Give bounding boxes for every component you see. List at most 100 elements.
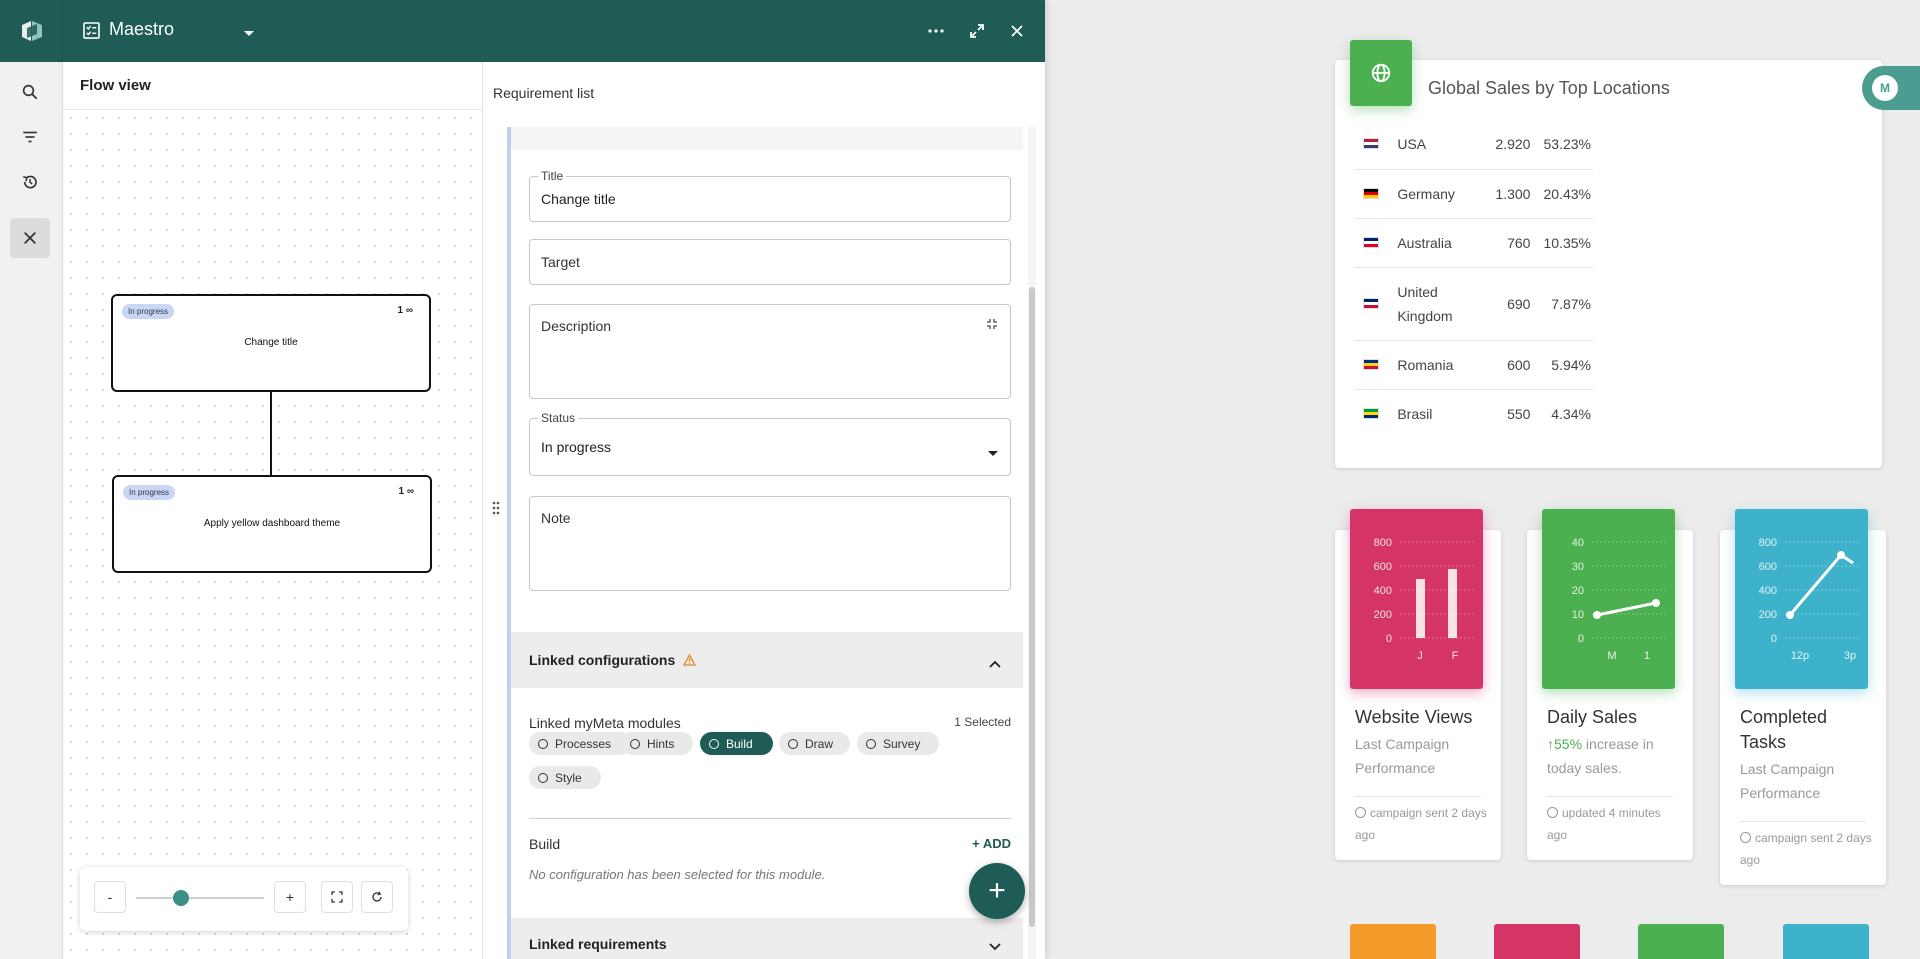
expand-icon[interactable] — [966, 20, 988, 42]
linked-configurations-title: Linked configurations — [529, 652, 697, 668]
module-chip-build[interactable]: Build — [700, 732, 773, 755]
flag-icon — [1355, 267, 1396, 341]
scrollbar-thumb[interactable] — [1029, 287, 1035, 927]
y-tick-label: 200 — [1759, 609, 1777, 621]
chevron-up-icon[interactable] — [989, 655, 1001, 673]
module-chip-draw[interactable]: Draw — [779, 732, 850, 755]
history-icon[interactable] — [10, 162, 50, 202]
x-tick-label: 3p — [1844, 650, 1856, 662]
value-cell: 1.300 — [1492, 169, 1533, 219]
add-configuration-button[interactable]: + ADD — [972, 836, 1011, 851]
fit-view-icon — [331, 891, 343, 903]
refresh-icon — [372, 891, 382, 902]
title-field[interactable]: Title Change title — [529, 169, 1011, 222]
value-cell: 600 — [1492, 340, 1533, 390]
status-select[interactable]: Status In progress — [529, 411, 1011, 476]
plus-icon: + — [988, 874, 1006, 907]
panel-topbar: Maestro — [63, 0, 1045, 62]
filter-icon[interactable] — [10, 117, 50, 157]
y-tick-label: 800 — [1374, 537, 1392, 549]
close-panel-icon[interactable] — [1006, 20, 1028, 42]
y-tick-label: 20 — [1572, 585, 1584, 597]
add-fab-button[interactable]: + — [969, 863, 1025, 919]
search-icon[interactable] — [10, 72, 50, 112]
flag-icon — [1355, 218, 1396, 268]
stat-footer: updated 4 minutes ago — [1547, 806, 1661, 842]
linked-requirements-header[interactable]: Linked requirements — [511, 918, 1023, 959]
percent-cell: 7.87% — [1532, 267, 1593, 341]
stat-title: Website Views — [1355, 707, 1473, 727]
stat-chart: 800 600 400 200 0 12p 3p — [1735, 509, 1868, 689]
zoom-in-button[interactable]: + — [274, 881, 306, 913]
app-logo[interactable] — [0, 0, 63, 62]
checklist-icon — [82, 21, 101, 45]
app-dropdown-icon[interactable] — [243, 25, 255, 43]
y-tick-label: 200 — [1374, 609, 1392, 621]
module-icon — [866, 738, 876, 749]
percent-cell: 53.23% — [1532, 120, 1593, 170]
node-title: Apply yellow dashboard theme — [203, 518, 341, 529]
value-cell: 760 — [1492, 218, 1533, 268]
sales-row: Australia 760 10.35% — [1355, 218, 1593, 268]
linked-configurations-header[interactable]: Linked configurations — [511, 632, 1023, 688]
flow-node[interactable]: In progress 1 ∞ Apply yellow dashboard t… — [112, 475, 432, 573]
scrollbar[interactable] — [1028, 127, 1036, 959]
flow-title: Flow view — [80, 77, 151, 94]
module-chip-style[interactable]: Style — [529, 766, 601, 789]
module-chip-survey[interactable]: Survey — [857, 732, 939, 755]
data-point — [1837, 551, 1845, 559]
data-point — [1786, 611, 1794, 619]
x-tick-label: 12p — [1791, 650, 1809, 662]
link-icon: ∞ — [406, 486, 414, 497]
status-value: In progress — [541, 439, 612, 455]
globe-icon — [1350, 40, 1412, 106]
mini-chart: 800 600 400 200 0 J F — [1374, 537, 1475, 662]
flow-view[interactable]: Flow view In progress 1 ∞ Change title I… — [63, 62, 483, 959]
fit-view-button[interactable] — [321, 881, 353, 913]
close-icon[interactable] — [10, 218, 50, 258]
reset-view-button[interactable] — [361, 881, 393, 913]
percent-cell: 5.94% — [1532, 340, 1593, 390]
percent-cell: 10.35% — [1532, 218, 1593, 268]
module-icon — [630, 738, 640, 749]
target-field[interactable]: Target — [529, 239, 1011, 285]
module-chip-processes[interactable]: Processes — [529, 732, 632, 755]
more-icon[interactable] — [925, 20, 947, 42]
flag-icon — [1355, 340, 1396, 390]
status-badge: In progress — [123, 485, 176, 500]
percent-cell: 20.43% — [1532, 169, 1593, 219]
x-tick-label: F — [1452, 650, 1459, 662]
x-tick-label: J — [1417, 650, 1423, 662]
sales-row: Germany 1.300 20.43% — [1355, 169, 1593, 219]
link-count: 1 ∞ — [398, 486, 414, 497]
module-chip-hints[interactable]: Hints — [621, 732, 693, 755]
expand-description-icon[interactable] — [986, 317, 998, 335]
note-field[interactable]: Note — [529, 496, 1011, 591]
empty-message: No configuration has been selected for t… — [529, 867, 826, 882]
drag-handle-icon[interactable] — [491, 500, 501, 516]
zoom-slider[interactable] — [136, 897, 264, 899]
chevron-down-icon[interactable] — [989, 938, 1001, 956]
sales-title: Global Sales by Top Locations — [1428, 78, 1670, 98]
y-tick-label: 400 — [1759, 585, 1777, 597]
data-point — [1652, 599, 1660, 607]
stat-footer: campaign sent 2 days ago — [1355, 806, 1487, 842]
bar — [1416, 579, 1425, 638]
zoom-slider-thumb[interactable] — [172, 890, 189, 906]
maestro-panel: Maestro Flow view In progress 1 ∞ Change… — [63, 0, 1045, 959]
form-fields: Title Change title Target Description St… — [511, 150, 1023, 632]
stat-chart: 40 30 20 10 0 M 1 — [1542, 509, 1675, 689]
selected-count: 1 Selected — [954, 715, 1011, 729]
series-line — [1788, 553, 1854, 616]
zoom-out-button[interactable]: - — [94, 881, 126, 913]
flow-node[interactable]: In progress 1 ∞ Change title — [111, 294, 431, 392]
description-field[interactable]: Description — [529, 304, 1011, 399]
y-tick-label: 600 — [1759, 561, 1777, 573]
stat-title: Completed Tasks — [1740, 707, 1828, 752]
app-title: Maestro — [109, 19, 175, 39]
avatar[interactable]: M — [1862, 66, 1920, 110]
flag-icon — [1355, 389, 1395, 438]
divider — [1355, 796, 1481, 797]
divider — [529, 818, 1011, 819]
link-count: 1 ∞ — [397, 305, 413, 316]
